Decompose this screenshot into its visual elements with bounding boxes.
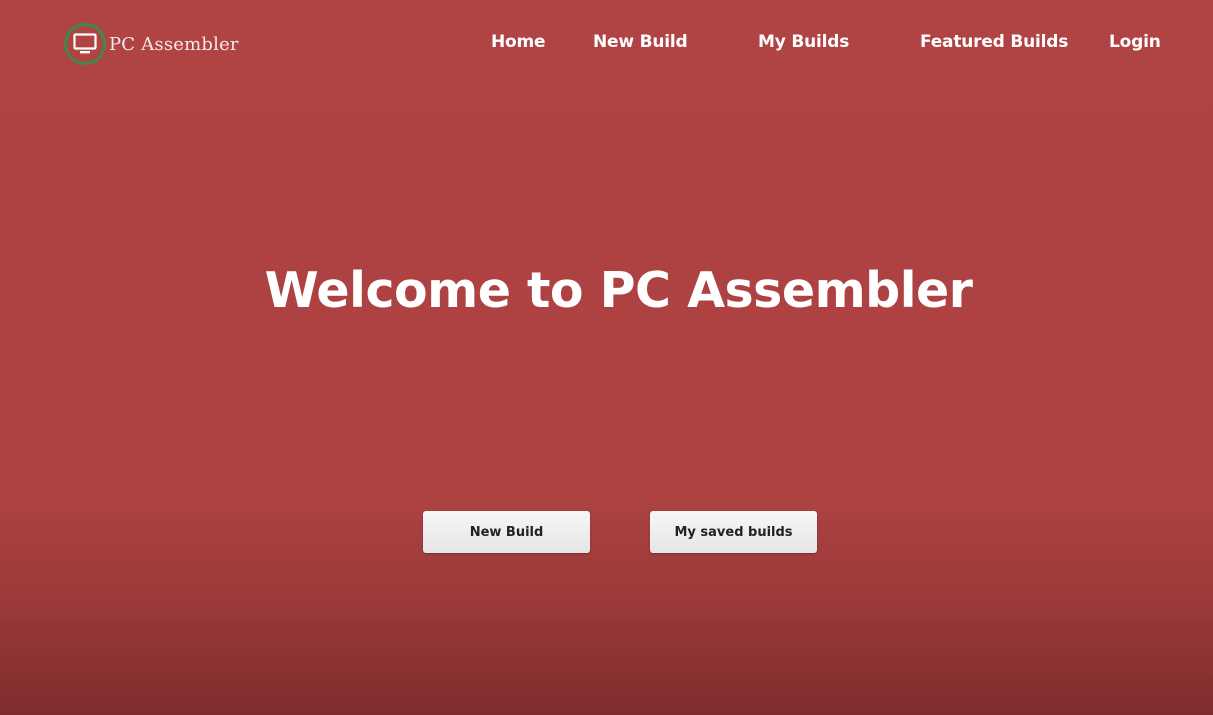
new-build-button[interactable]: New Build — [423, 511, 590, 553]
hero-title: Welcome to PC Assembler — [264, 262, 973, 319]
page: PC Assembler Home New Build My Builds Fe… — [0, 0, 1213, 715]
saved-builds-button[interactable]: My saved builds — [650, 511, 817, 553]
nav-login[interactable]: Login — [1109, 32, 1161, 52]
nav-featured-builds[interactable]: Featured Builds — [920, 32, 1068, 52]
brand-name: PC Assembler — [109, 33, 239, 55]
nav-new-build[interactable]: New Build — [593, 32, 688, 52]
nav-my-builds[interactable]: My Builds — [758, 32, 849, 52]
nav-home[interactable]: Home — [491, 32, 546, 52]
brand-link[interactable]: PC Assembler — [64, 22, 239, 66]
logo — [64, 23, 106, 65]
monitor-icon — [73, 33, 97, 54]
